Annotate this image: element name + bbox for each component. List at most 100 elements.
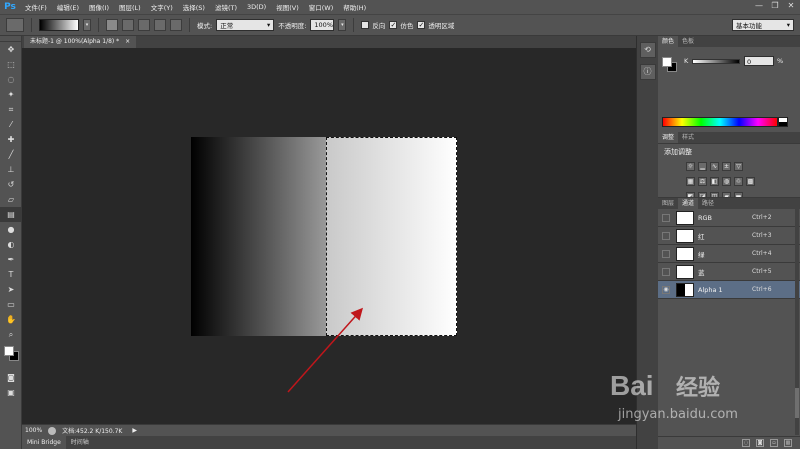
status-info-icon[interactable] [48, 426, 57, 435]
eyedropper-tool-icon[interactable]: ⁄ [0, 117, 22, 132]
photo-filter-icon[interactable]: ◍ [722, 177, 731, 186]
visibility-toggle[interactable] [662, 231, 670, 240]
hue-saturation-icon[interactable]: ▦ [686, 177, 695, 186]
tab-layers[interactable]: 图层 [658, 198, 678, 209]
minimize-icon[interactable]: — [754, 1, 764, 11]
gradient-tool-icon[interactable]: ▤ [0, 207, 22, 222]
menu-view[interactable]: 视图(V) [271, 2, 304, 12]
channel-mixer-icon[interactable]: ♲ [734, 177, 743, 186]
tab-close-icon[interactable]: × [125, 38, 130, 45]
menu-image[interactable]: 图像(I) [84, 2, 114, 12]
tab-mini-bridge[interactable]: Mini Bridge [22, 436, 66, 449]
reverse-checkbox[interactable]: 反向 [361, 20, 385, 30]
black-white-ramp[interactable] [778, 117, 788, 127]
load-selection-icon[interactable]: ◌ [742, 439, 750, 447]
restore-icon[interactable]: ❐ [770, 1, 780, 11]
menu-layer[interactable]: 图层(L) [114, 2, 146, 12]
foreground-color-swatch[interactable] [4, 346, 14, 356]
blur-tool-icon[interactable]: ● [0, 222, 22, 237]
hand-tool-icon[interactable]: ✋ [0, 312, 22, 327]
save-selection-icon[interactable]: ◙ [756, 439, 764, 447]
channel-row-green[interactable]: 绿 Ctrl+4 [658, 245, 800, 263]
k-channel-slider[interactable] [692, 59, 740, 64]
zoom-tool-icon[interactable]: ⌕ [0, 327, 22, 342]
move-tool-icon[interactable]: ✥ [0, 42, 22, 57]
tab-channels[interactable]: 通道 [678, 198, 699, 209]
linear-gradient-button[interactable] [106, 19, 118, 31]
new-channel-icon[interactable]: ▫ [770, 439, 778, 447]
tool-preset-picker[interactable] [6, 18, 24, 32]
crop-tool-icon[interactable]: ⌗ [0, 102, 22, 117]
pen-tool-icon[interactable]: ✒ [0, 252, 22, 267]
brush-tool-icon[interactable]: ╱ [0, 147, 22, 162]
tab-paths[interactable]: 路径 [698, 198, 718, 209]
document-tab[interactable]: 未标题-1 @ 100%(Alpha 1/8) * × [24, 36, 137, 48]
gradient-editor-swatch[interactable] [39, 19, 79, 31]
path-selection-tool-icon[interactable]: ➤ [0, 282, 22, 297]
color-balance-icon[interactable]: ⚖ [698, 177, 707, 186]
delete-channel-icon[interactable]: ▥ [784, 439, 792, 447]
screen-mode-icon[interactable]: ▣ [0, 385, 22, 400]
levels-icon[interactable]: ▁ [698, 162, 707, 171]
dodge-tool-icon[interactable]: ◐ [0, 237, 22, 252]
quick-mask-icon[interactable]: ◙ [0, 370, 22, 385]
visibility-toggle[interactable] [662, 249, 670, 258]
curves-icon[interactable]: ∿ [710, 162, 719, 171]
tab-swatches[interactable]: 色板 [678, 36, 698, 47]
menu-help[interactable]: 帮助(H) [338, 2, 371, 12]
vibrance-icon[interactable]: ▽ [734, 162, 743, 171]
menu-type[interactable]: 文字(Y) [146, 2, 178, 12]
properties-panel-icon[interactable]: ⓘ [639, 64, 656, 80]
color-lookup-icon[interactable]: ▩ [746, 177, 755, 186]
radial-gradient-button[interactable] [122, 19, 134, 31]
eraser-tool-icon[interactable]: ▱ [0, 192, 22, 207]
menu-select[interactable]: 选择(S) [178, 2, 210, 12]
canvas-area[interactable] [22, 48, 636, 424]
channel-row-blue[interactable]: 蓝 Ctrl+5 [658, 263, 800, 281]
zoom-level[interactable]: 100% [25, 427, 42, 434]
marquee-tool-icon[interactable]: ⬚ [0, 57, 22, 72]
menu-file[interactable]: 文件(F) [20, 2, 52, 12]
rectangle-tool-icon[interactable]: ▭ [0, 297, 22, 312]
diamond-gradient-button[interactable] [170, 19, 182, 31]
visibility-toggle[interactable] [662, 267, 670, 276]
opacity-input[interactable]: 100% [310, 19, 335, 31]
scrollbar-thumb[interactable] [795, 388, 799, 418]
color-spectrum-ramp[interactable] [662, 117, 778, 127]
status-menu-arrow-icon[interactable]: ▶ [132, 427, 137, 434]
color-panel-foreground-swatch[interactable] [662, 57, 672, 67]
lasso-tool-icon[interactable]: ◌ [0, 72, 22, 87]
menu-edit[interactable]: 编辑(E) [52, 2, 84, 12]
eye-icon[interactable]: ◉ [662, 285, 670, 294]
history-panel-icon[interactable]: ⟲ [639, 42, 656, 58]
channel-row-alpha-1[interactable]: ◉ Alpha 1 Ctrl+6 [658, 281, 800, 299]
channel-row-rgb[interactable]: RGB Ctrl+2 [658, 209, 800, 227]
dither-checkbox[interactable]: ✓ 仿色 [389, 20, 413, 30]
channels-scrollbar[interactable] [795, 198, 799, 435]
k-channel-input[interactable]: 0 [744, 56, 774, 66]
history-brush-tool-icon[interactable]: ↺ [0, 177, 22, 192]
angle-gradient-button[interactable] [138, 19, 150, 31]
tab-color[interactable]: 颜色 [658, 36, 679, 47]
close-icon[interactable]: ✕ [786, 1, 796, 11]
exposure-icon[interactable]: ± [722, 162, 731, 171]
tab-timeline[interactable]: 时间轴 [66, 436, 94, 449]
tab-adjustments[interactable]: 调整 [658, 132, 679, 143]
brightness-icon[interactable]: ☼ [686, 162, 695, 171]
workspace-select[interactable]: 基本功能 ▾ [732, 19, 794, 31]
transparency-checkbox[interactable]: ✓ 透明区域 [417, 20, 454, 30]
type-tool-icon[interactable]: T [0, 267, 22, 282]
visibility-toggle[interactable] [662, 213, 670, 222]
gradient-picker-dropdown[interactable]: ▾ [83, 19, 91, 31]
magic-wand-tool-icon[interactable]: ✦ [0, 87, 22, 102]
opacity-dropdown[interactable]: ▾ [338, 19, 347, 31]
mode-select[interactable]: 正常 ▾ [216, 19, 275, 31]
healing-brush-tool-icon[interactable]: ✚ [0, 132, 22, 147]
black-white-icon[interactable]: ◧ [710, 177, 719, 186]
menu-filter[interactable]: 滤镜(T) [210, 2, 242, 12]
clone-stamp-tool-icon[interactable]: ⊥ [0, 162, 22, 177]
channel-row-red[interactable]: 红 Ctrl+3 [658, 227, 800, 245]
menu-window[interactable]: 窗口(W) [304, 2, 339, 12]
reflected-gradient-button[interactable] [154, 19, 166, 31]
tab-styles[interactable]: 样式 [678, 132, 698, 143]
